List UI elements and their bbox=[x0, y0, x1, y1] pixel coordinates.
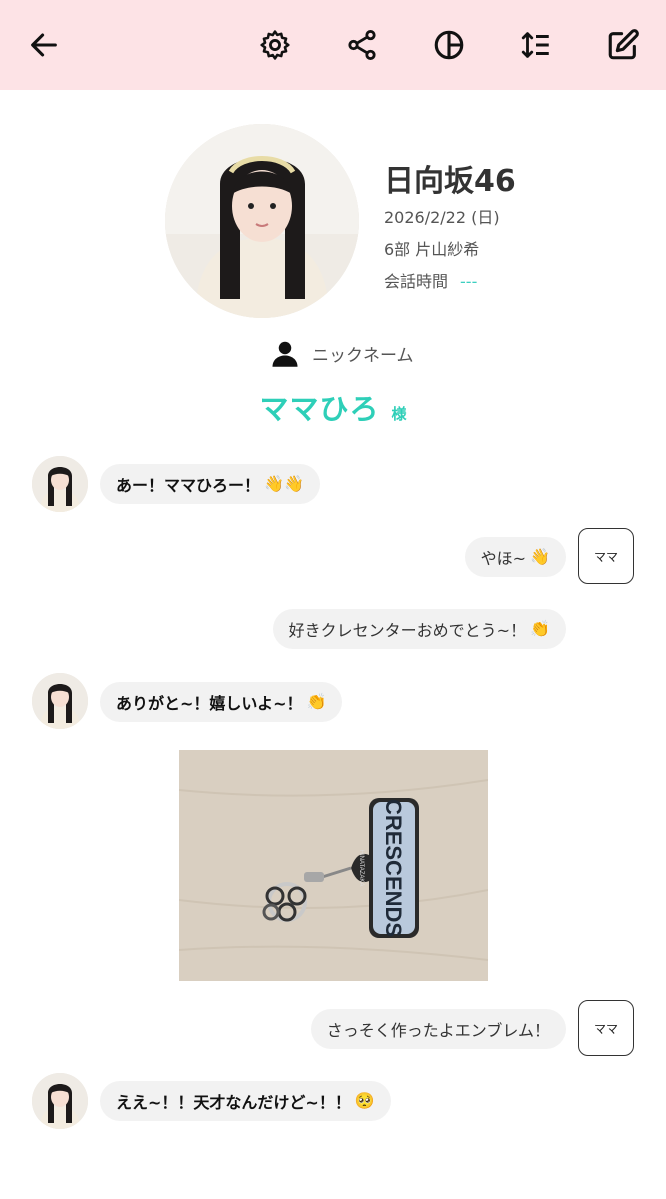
message-bubble[interactable]: ええ~！！天才なんだけど~！！ 🥺 bbox=[100, 1081, 391, 1121]
gear-icon[interactable] bbox=[253, 23, 297, 67]
message-text: ありがと~！嬉しいよ~！ bbox=[116, 694, 303, 713]
message-bubble[interactable]: あー！ママひろー！ 👋👋 bbox=[100, 464, 320, 504]
message-bubble[interactable]: 好きクレセンターおめでとう~！ 👏 bbox=[272, 609, 566, 649]
message-text: さっそく作ったよエンブレム！ bbox=[326, 1021, 550, 1040]
share-icon[interactable] bbox=[340, 23, 384, 67]
member-name: 6部 片山紗希 bbox=[384, 240, 480, 259]
group-name: 日向坂46 bbox=[384, 164, 516, 199]
sort-icon[interactable] bbox=[514, 23, 558, 67]
nickname-display[interactable]: ママひろ様 bbox=[0, 386, 666, 428]
talk-time-label: 会話時間 bbox=[384, 272, 449, 291]
waving-hand-emoji: 👋 bbox=[530, 547, 550, 566]
message-text: ええ~！！天才なんだけど~！！ bbox=[116, 1093, 351, 1112]
edit-icon[interactable] bbox=[601, 23, 645, 67]
member-avatar-small[interactable] bbox=[32, 673, 88, 729]
contrast-icon[interactable] bbox=[427, 23, 471, 67]
clapping-emoji: 👏 bbox=[306, 692, 327, 711]
waving-hands-emoji: 👋👋 bbox=[264, 474, 304, 493]
message-text: やほ~ bbox=[480, 549, 527, 568]
nickname: ママひろ bbox=[259, 392, 380, 426]
sender-badge[interactable]: ママ bbox=[578, 528, 634, 584]
pleading-face-emoji: 🥺 bbox=[354, 1091, 375, 1110]
talk-time-value: --- bbox=[460, 272, 478, 291]
back-icon[interactable] bbox=[22, 23, 66, 67]
message-bubble[interactable]: やほ~ 👋 bbox=[464, 537, 566, 577]
tag-top-text: HINATAZAKA bbox=[358, 850, 364, 887]
message-text: あー！ママひろー！ bbox=[116, 476, 261, 495]
tag-main-text: CRESCENDS bbox=[381, 799, 406, 937]
nickname-header: ニックネーム bbox=[270, 338, 414, 368]
sender-badge[interactable]: ママ bbox=[578, 1000, 634, 1056]
profile-header: 日向坂46 2026/2/22 (日) 6部 片山紗希 会話時間 --- ニックネ… bbox=[0, 90, 666, 430]
nickname-label: ニックネーム bbox=[312, 345, 414, 366]
member-avatar-small[interactable] bbox=[32, 456, 88, 512]
honorific: 様 bbox=[391, 405, 407, 423]
member-avatar[interactable] bbox=[165, 124, 359, 318]
talk-date: 2026/2/22 (日) bbox=[384, 208, 500, 227]
talk-time: 会話時間 --- bbox=[384, 268, 477, 292]
member-avatar-small[interactable] bbox=[32, 1073, 88, 1129]
top-app-bar bbox=[0, 0, 666, 90]
clapping-emoji: 👏 bbox=[530, 619, 550, 638]
message-bubble[interactable]: さっそく作ったよエンブレム！ bbox=[310, 1009, 566, 1049]
person-icon bbox=[272, 341, 298, 367]
message-bubble[interactable]: ありがと~！嬉しいよ~！ 👏 bbox=[100, 682, 343, 722]
message-text: 好きクレセンターおめでとう~！ bbox=[288, 621, 527, 640]
shared-photo[interactable]: CRESCENDS HINATAZAKA bbox=[179, 750, 488, 981]
